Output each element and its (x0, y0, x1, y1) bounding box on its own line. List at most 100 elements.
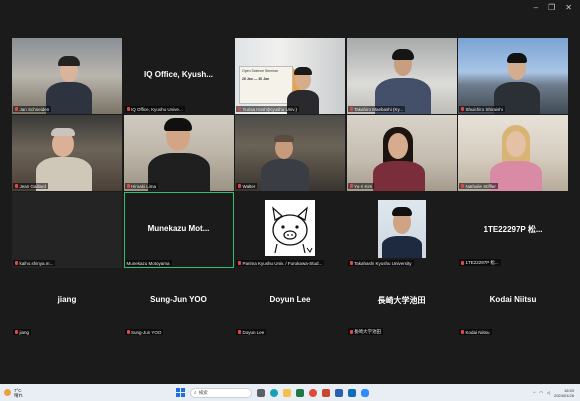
video-tile[interactable]: Jan Schneiden (12, 38, 122, 114)
system-tray: ^ ◠ ◁ 16:53 2024/01/26 (534, 388, 575, 398)
video-tile-active-speaker[interactable]: Munekazu Mot... Munekazu Motoyama (123, 192, 234, 268)
video-tile[interactable]: kaiho.shinya.m... (12, 192, 122, 268)
slide-line: 26 Jan — 30 Jan (242, 77, 270, 81)
participant-name-tag: Kodai Niitsu (459, 329, 492, 335)
video-feed (124, 115, 234, 191)
excel-icon[interactable] (296, 388, 304, 397)
video-tile[interactable]: jiang jiang (12, 269, 122, 345)
participant-name-tag: Parima Kyushu Univ. / Furukawa-Stud... (236, 260, 325, 266)
mic-muted-icon (15, 261, 18, 265)
participant-name: Takahiro Maebashi (Ky... (354, 106, 404, 112)
video-tile[interactable]: Nathalie Stiffler (458, 115, 568, 191)
video-tile[interactable]: Jean Gaillard (12, 115, 122, 191)
participant-name-tag: Takahiro Maebashi (Ky... (347, 106, 406, 112)
video-feed (458, 115, 568, 191)
video-feed (12, 38, 122, 114)
search-icon: ⌕ (194, 389, 197, 396)
participant-name: Jan Schneiden (19, 106, 50, 112)
outlook-icon[interactable] (348, 388, 356, 397)
participant-name-tag: 1TE22297P 松... (459, 259, 501, 266)
mic-muted-icon (238, 261, 241, 265)
participant-name: Parima Kyushu Univ. / Furukawa-Stud... (242, 260, 323, 266)
participant-name-tag: Munekazu Motoyama (124, 260, 172, 266)
windows-start-icon[interactable] (176, 388, 185, 397)
video-tile[interactable]: Parima Kyushu Univ. / Furukawa-Stud... (235, 192, 345, 268)
mic-muted-icon (126, 184, 130, 188)
shared-slide: Open Science Seminar 26 Jan — 30 Jan (239, 66, 293, 104)
video-tile[interactable]: Takahashi Kyushu University (346, 192, 457, 268)
participant-display-name: 長崎大学池田 (377, 296, 426, 305)
close-button[interactable]: ✕ (565, 3, 572, 12)
file-explorer-icon[interactable] (283, 388, 291, 397)
video-feed (347, 115, 457, 191)
participant-display-name: jiang (57, 295, 77, 304)
participant-name: Walter (242, 183, 256, 189)
mic-muted-icon (461, 107, 464, 111)
video-tile[interactable]: Takahiro Maebashi (Ky... (346, 38, 457, 114)
mic-muted-icon (15, 107, 18, 111)
word-icon[interactable] (335, 388, 343, 397)
powerpoint-icon[interactable] (322, 388, 330, 397)
mic-muted-icon (349, 329, 353, 334)
mic-muted-icon (238, 330, 241, 334)
video-tile[interactable]: Hiroaki Lima (123, 115, 234, 191)
chrome-icon[interactable] (309, 388, 317, 397)
video-tile[interactable]: IQ Office, Kyush... IQ Office, Kyushu Un… (123, 38, 234, 114)
participant-name: IQ Office, Kyushu Unive... (131, 106, 183, 112)
edge-browser-icon[interactable] (270, 388, 278, 397)
video-tile[interactable]: Shuichiro Shiraishi (458, 38, 568, 114)
participant-name-tag: Jan Schneiden (13, 106, 52, 112)
participant-name-tag: Yu-ri Kim (347, 183, 375, 189)
participant-name-tag: Shuichiro Shiraishi (459, 106, 505, 112)
weather-widget[interactable]: 7°C 晴れ (4, 388, 23, 398)
participant-name: Hiroaki Lima (131, 183, 157, 189)
mic-muted-icon (349, 184, 353, 188)
chevron-up-icon[interactable]: ^ (534, 390, 536, 395)
video-tile[interactable]: Sung-Jun YOO Sung-Jun YOO (123, 269, 234, 345)
taskbar: 7°C 晴れ ⌕ 検索 ^ ◠ ◁ 16:53 2024/01/26 (0, 384, 580, 401)
participant-name: Sung-Jun YOO (131, 329, 162, 335)
weather-condition: 晴れ (14, 392, 23, 398)
profile-photo (377, 200, 426, 258)
taskbar-search-input[interactable]: ⌕ 検索 (190, 387, 252, 398)
video-tile[interactable]: 長崎大学池田 長崎大学池田 (346, 269, 457, 345)
participant-name-tag: 長崎大学池田 (347, 328, 383, 335)
mic-muted-icon (238, 107, 241, 111)
wifi-icon[interactable]: ◠ (539, 390, 543, 395)
participant-display-name: Sung-Jun YOO (150, 295, 207, 304)
task-view-icon[interactable] (257, 388, 265, 397)
video-feed (347, 38, 457, 114)
participant-name: jiang (19, 329, 30, 335)
participant-name-tag: Sung-Jun YOO (124, 329, 164, 335)
video-tile[interactable]: Doyun Lee Doyun Lee (235, 269, 345, 345)
participant-name: Jean Gaillard (19, 183, 47, 189)
video-feed: Open Science Seminar 26 Jan — 30 Jan (235, 38, 345, 114)
participant-display-name: 1TE22297P 松... (483, 225, 543, 234)
participant-name-tag: Walter (236, 183, 258, 189)
participant-display-name: Munekazu Mot... (147, 224, 210, 233)
mic-muted-icon (15, 330, 18, 334)
mic-muted-icon (461, 184, 464, 188)
video-tile[interactable]: Walter (235, 115, 345, 191)
mic-muted-icon (15, 184, 18, 188)
video-tile[interactable]: Kodai Niitsu Kodai Niitsu (458, 269, 568, 345)
minimize-button[interactable]: – (534, 3, 538, 12)
participant-display-name: Kodai Niitsu (489, 295, 537, 304)
participant-name-tag: Jean Gaillard (13, 183, 49, 189)
participant-name: Shuichiro Shiraishi (465, 106, 503, 112)
slide-line: Open Science Seminar (242, 69, 278, 73)
mic-muted-icon (238, 184, 241, 188)
participant-name-tag: Doyun Lee (236, 329, 267, 335)
volume-icon[interactable]: ◁ (547, 390, 550, 395)
video-tile[interactable]: Open Science Seminar 26 Jan — 30 Jan Yur… (235, 38, 345, 114)
video-tile[interactable]: 1TE22297P 松... 1TE22297P 松... (458, 192, 568, 268)
video-tile[interactable]: Yu-ri Kim (346, 115, 457, 191)
taskbar-apps: ⌕ 検索 (176, 387, 369, 398)
participant-name-tag: kaiho.shinya.m... (13, 260, 56, 266)
participant-display-name: Doyun Lee (269, 295, 311, 304)
taskbar-clock[interactable]: 16:53 2024/01/26 (554, 388, 574, 398)
participant-name: Yu-ri Kim (354, 183, 373, 189)
restore-button[interactable]: ❐ (548, 3, 555, 12)
mic-muted-icon (126, 107, 130, 111)
zoom-icon[interactable] (361, 388, 369, 397)
